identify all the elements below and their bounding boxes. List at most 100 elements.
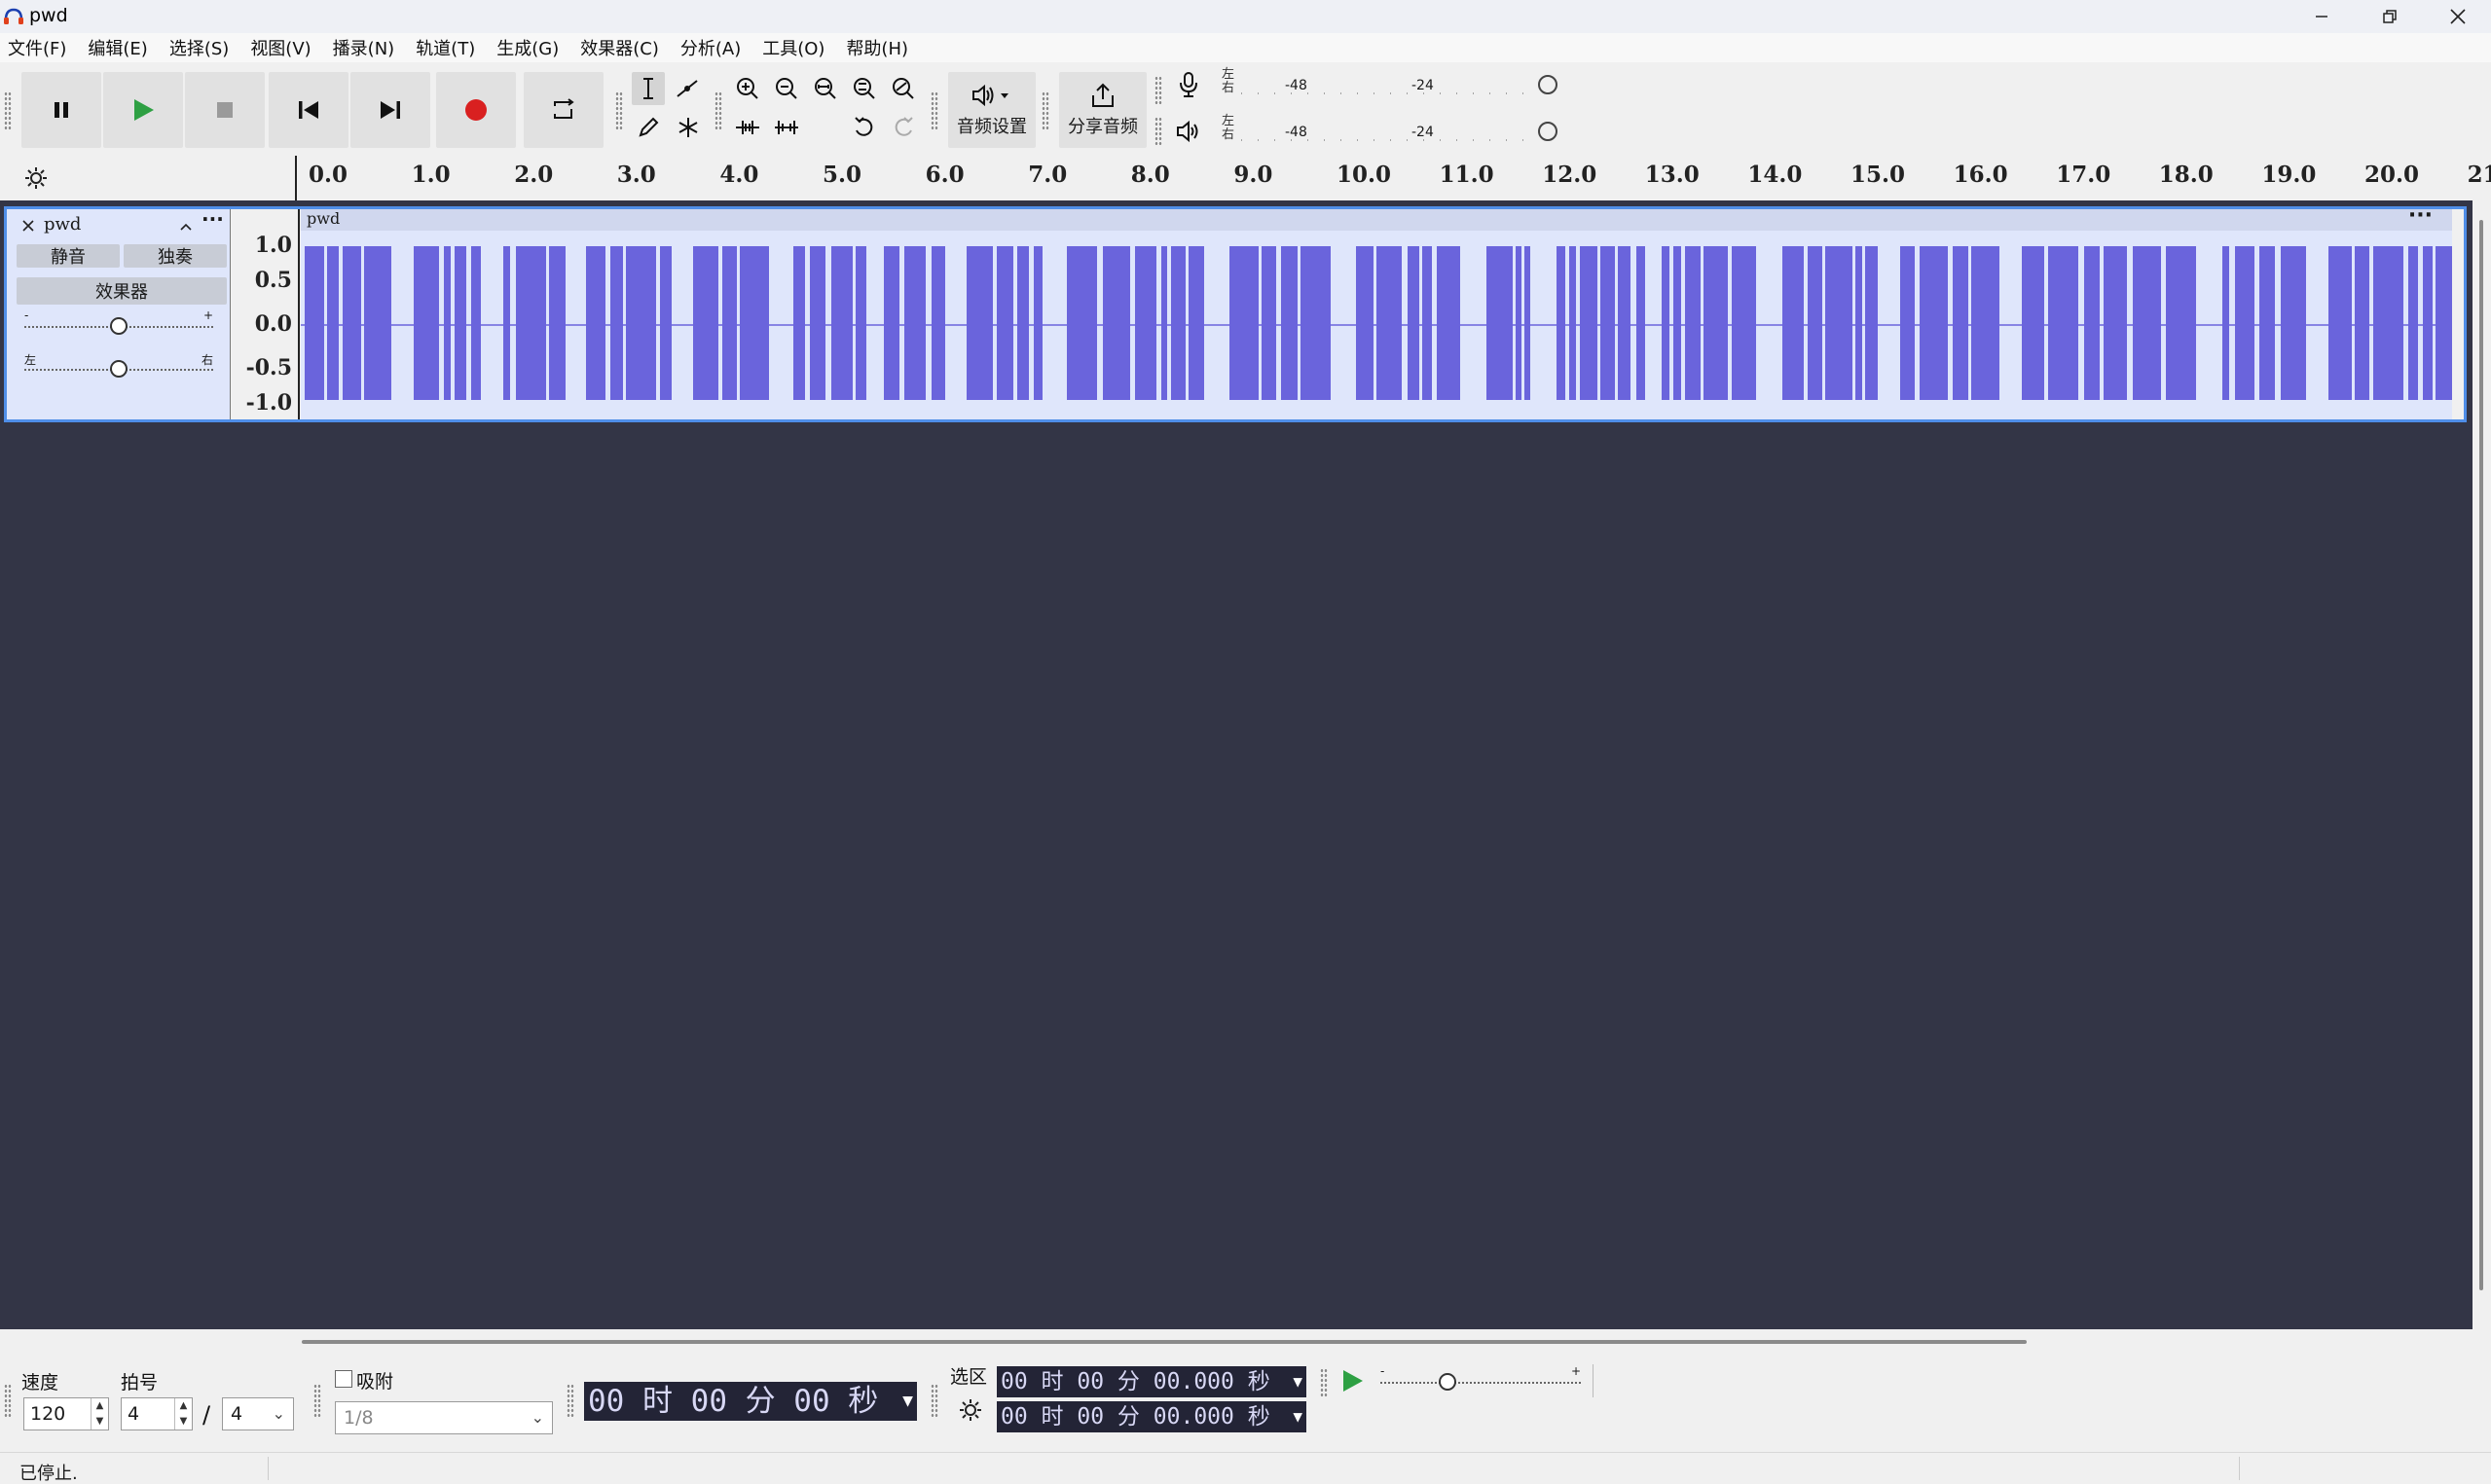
toolbar-grip[interactable] xyxy=(1154,117,1162,146)
clip-menu-icon[interactable]: ··· xyxy=(2408,203,2433,228)
mute-button[interactable]: 静音 xyxy=(17,244,120,268)
collapse-track-icon[interactable] xyxy=(178,219,194,235)
pan-left-label: 左 xyxy=(24,353,37,367)
vertical-scrollbar[interactable] xyxy=(2473,200,2491,1329)
selection-start[interactable]: 00 时 00 分 00.000 秒 ▼ xyxy=(997,1366,1306,1397)
menu-generate[interactable]: 生成(G) xyxy=(496,35,559,60)
record-button[interactable] xyxy=(436,72,516,148)
ruler-tick-label: 4.0 xyxy=(719,162,759,188)
pan-slider-thumb[interactable] xyxy=(110,360,128,378)
playback-volume-knob[interactable] xyxy=(1538,122,1557,141)
vertical-scroll-thumb[interactable] xyxy=(2479,220,2483,1290)
minimize-button[interactable] xyxy=(2288,0,2356,33)
record-meter[interactable]: 左右 -48 -24 xyxy=(1222,68,1562,99)
selection-end[interactable]: 00 时 00 分 00.000 秒 ▼ xyxy=(997,1401,1306,1432)
audio-setup-button[interactable]: 音频设置 xyxy=(948,72,1036,148)
toolbar-grip[interactable] xyxy=(4,91,12,130)
clip-header[interactable]: pwd ··· xyxy=(301,203,2452,231)
menu-tracks[interactable]: 轨道(T) xyxy=(416,35,475,60)
menu-file[interactable]: 文件(F) xyxy=(8,35,66,60)
toolbar-grip[interactable] xyxy=(4,1384,12,1419)
toolbar-grip[interactable] xyxy=(615,91,623,130)
playback-meter[interactable]: 左右 -48 -24 xyxy=(1222,115,1562,146)
time-signature-stepper[interactable]: ▲ ▼ xyxy=(174,1398,192,1430)
fit-project-button[interactable] xyxy=(848,72,881,105)
waveform[interactable] xyxy=(301,231,2452,419)
menu-view[interactable]: 视图(V) xyxy=(250,35,311,60)
toolbar-grip[interactable] xyxy=(931,1384,938,1419)
selection-options-button[interactable] xyxy=(954,1394,987,1427)
menu-analyze[interactable]: 分析(A) xyxy=(680,35,741,60)
track-name[interactable]: pwd xyxy=(44,214,81,235)
zoom-in-button[interactable] xyxy=(731,72,764,105)
close-track-icon[interactable] xyxy=(20,218,36,234)
pan-slider[interactable]: 左 右 xyxy=(24,353,213,379)
zoom-toggle-button[interactable] xyxy=(887,72,920,105)
share-audio-button[interactable]: 分享音频 xyxy=(1059,72,1147,148)
toolbar-grip[interactable] xyxy=(313,1384,321,1419)
clip-name[interactable]: pwd xyxy=(307,209,340,228)
play-button[interactable] xyxy=(103,72,183,148)
timeline-options-button[interactable] xyxy=(19,162,53,195)
track-area[interactable]: pwd ··· 静音 独奏 效果器 - + 左 右 1.0 0.5 0.0 -0… xyxy=(0,200,2473,1329)
zoom-out-button[interactable] xyxy=(770,72,803,105)
menu-select[interactable]: 选择(S) xyxy=(169,35,229,60)
menu-edit[interactable]: 编辑(E) xyxy=(88,35,147,60)
selection-tool[interactable] xyxy=(632,72,665,105)
audio-track[interactable]: pwd ··· 静音 独奏 效果器 - + 左 右 1.0 0.5 0.0 -0… xyxy=(4,203,2467,422)
play-at-speed-button[interactable] xyxy=(1336,1364,1369,1397)
gain-slider[interactable]: - + xyxy=(24,308,213,336)
skip-to-end-button[interactable] xyxy=(350,72,430,148)
horizontal-scrollbar[interactable] xyxy=(0,1329,2491,1355)
menu-transport[interactable]: 播录(N) xyxy=(333,35,395,60)
record-volume-knob[interactable] xyxy=(1538,75,1557,94)
skip-to-start-button[interactable] xyxy=(269,72,348,148)
playback-meter-button[interactable] xyxy=(1172,115,1205,148)
toolbar-grip[interactable] xyxy=(1154,76,1162,105)
snap-select[interactable]: 1/8 ⌄ xyxy=(335,1401,553,1434)
draw-tool[interactable] xyxy=(632,111,665,144)
toolbar-grip[interactable] xyxy=(1042,91,1049,130)
silence-audio-button[interactable] xyxy=(770,111,803,144)
time-format-dropdown-icon[interactable]: ▼ xyxy=(1293,1366,1302,1397)
track-menu-icon[interactable]: ··· xyxy=(201,207,224,231)
tempo-stepper[interactable]: ▲ ▼ xyxy=(91,1398,108,1430)
time-format-dropdown-icon[interactable]: ▼ xyxy=(1293,1401,1302,1432)
multi-tool[interactable] xyxy=(672,111,705,144)
snap-checkbox[interactable] xyxy=(335,1370,352,1388)
menu-effect[interactable]: 效果器(C) xyxy=(580,35,659,60)
solo-button[interactable]: 独奏 xyxy=(124,244,227,268)
restore-button[interactable] xyxy=(2356,0,2424,33)
time-display[interactable]: 00 时 00 分 00 秒 ▼ xyxy=(584,1382,917,1421)
time-signature-lower[interactable]: 4 ⌄ xyxy=(222,1397,294,1430)
horizontal-scroll-thumb[interactable] xyxy=(302,1340,2027,1344)
toolbar-grip[interactable] xyxy=(714,91,722,130)
close-window-button[interactable] xyxy=(2424,0,2491,33)
fit-selection-button[interactable] xyxy=(809,72,842,105)
undo-button[interactable] xyxy=(848,111,881,144)
audio-clip[interactable]: pwd ··· xyxy=(301,203,2452,419)
trim-audio-button[interactable] xyxy=(731,111,764,144)
menu-help[interactable]: 帮助(H) xyxy=(846,35,908,60)
loop-button[interactable] xyxy=(524,72,604,148)
speed-slider-thumb[interactable] xyxy=(1439,1373,1456,1391)
toolbar-grip[interactable] xyxy=(1320,1368,1328,1397)
redo-button[interactable] xyxy=(887,111,920,144)
record-meter-button[interactable] xyxy=(1172,68,1205,101)
timeline-ruler[interactable]: 0.0 1.0 2.0 3.0 4.0 5.0 6.0 7.0 8.0 9.0 10.0 11.0 12… xyxy=(0,156,2491,200)
amplitude-ruler[interactable]: 1.0 0.5 0.0 -0.5 -1.0 xyxy=(232,209,300,419)
time-format-dropdown-icon[interactable]: ▼ xyxy=(902,1382,913,1421)
track-control-panel[interactable]: pwd ··· 静音 独奏 效果器 - + 左 右 xyxy=(7,207,231,419)
pause-button[interactable] xyxy=(21,72,101,148)
stop-button[interactable] xyxy=(185,72,265,148)
effects-button[interactable]: 效果器 xyxy=(17,277,227,305)
record-icon xyxy=(465,99,487,121)
playback-speed-slider[interactable]: - + xyxy=(1380,1364,1581,1392)
toolbar-grip[interactable] xyxy=(931,91,938,130)
menu-tools[interactable]: 工具(O) xyxy=(762,35,824,60)
toolbar-grip[interactable] xyxy=(567,1384,574,1419)
gain-slider-thumb[interactable] xyxy=(110,317,128,335)
time-signature-upper[interactable]: 4 ▲ ▼ xyxy=(121,1397,193,1430)
tempo-input[interactable]: 120 ▲ ▼ xyxy=(23,1397,109,1430)
envelope-tool[interactable] xyxy=(672,72,705,105)
